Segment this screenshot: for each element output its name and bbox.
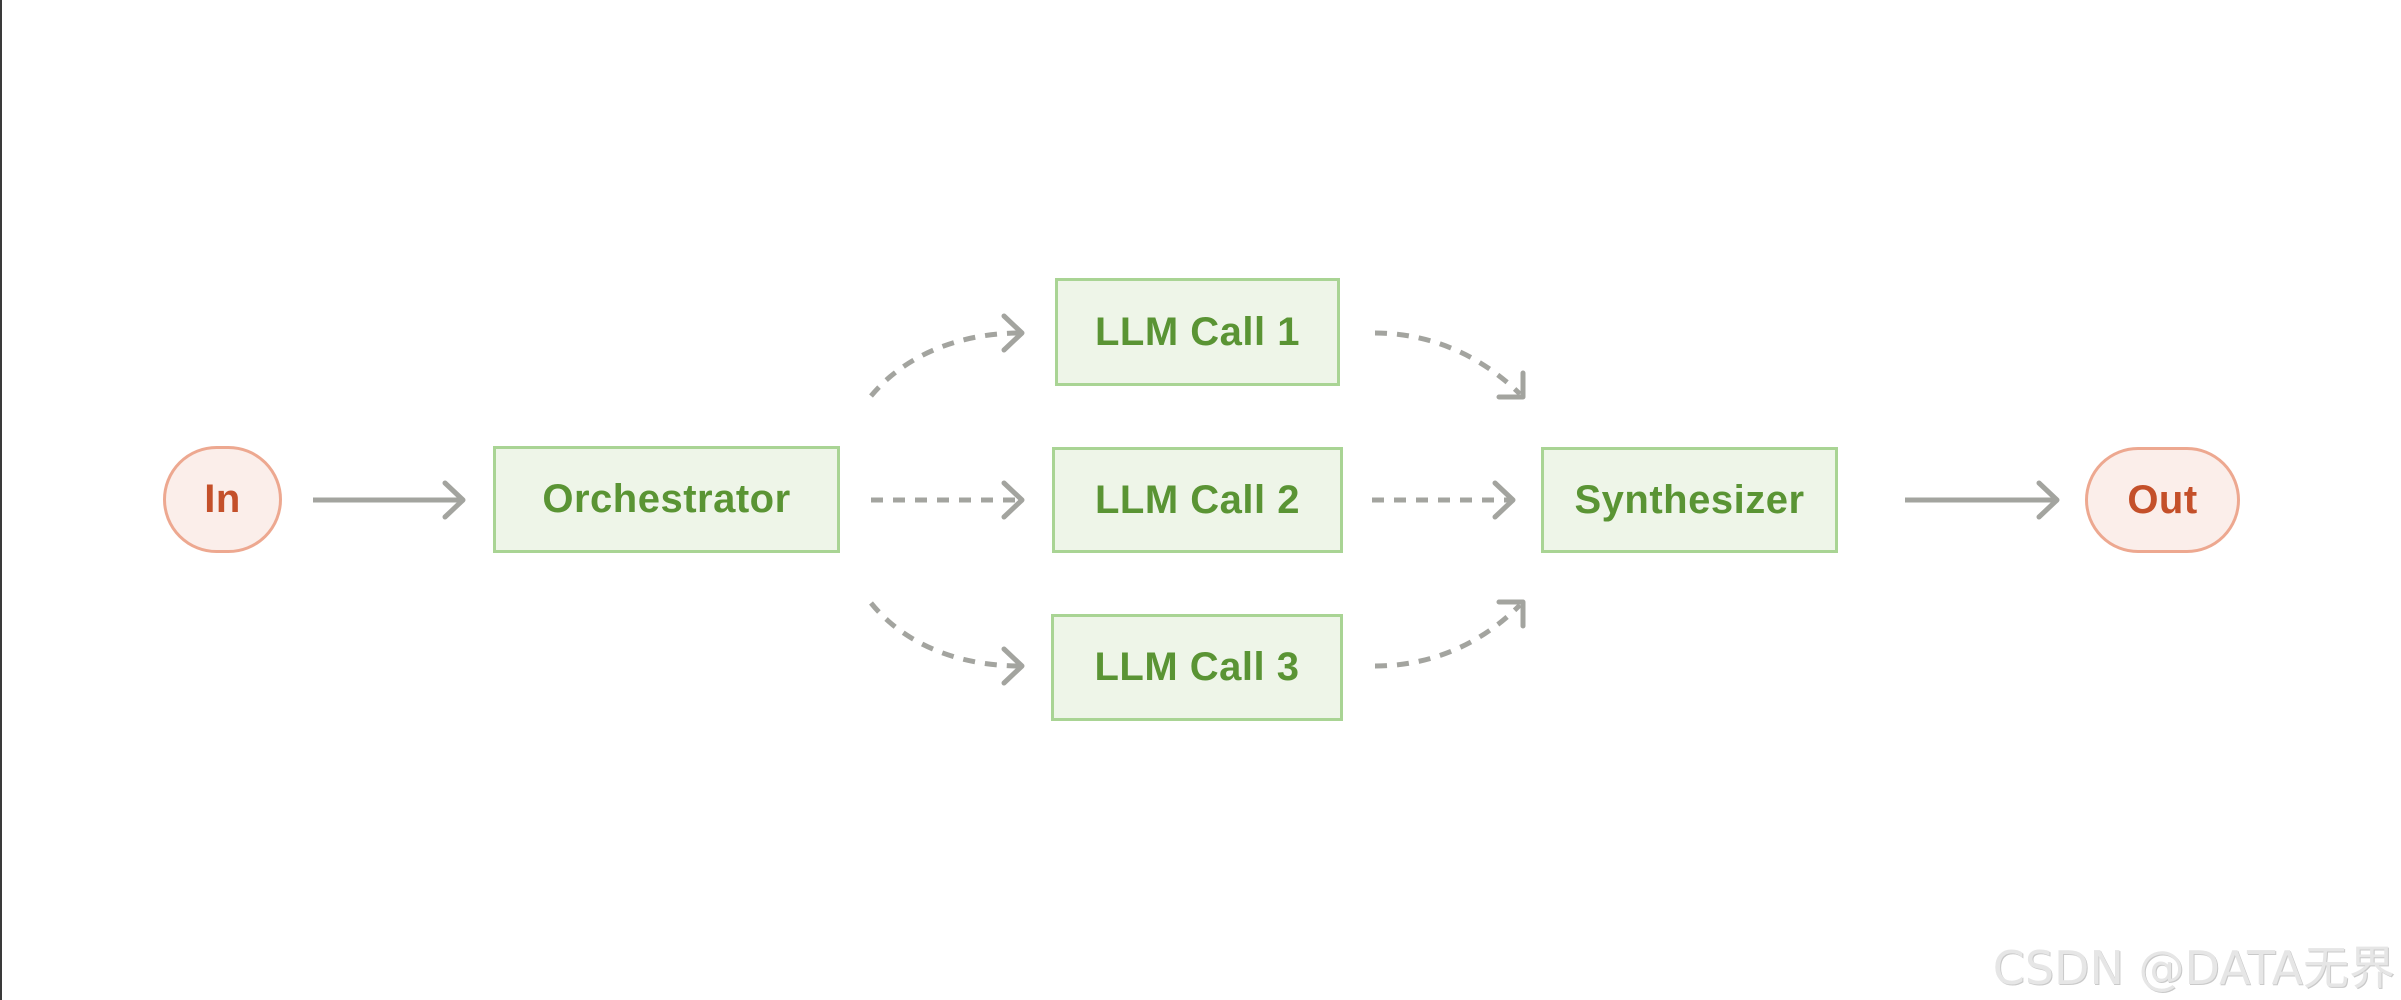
- left-border: [0, 0, 2, 1000]
- edge-orchestrator-to-llm-call-3: [869, 601, 1025, 686]
- orchestrator-node-label: Orchestrator: [542, 477, 791, 521]
- edge-llm-call-3-to-synthesizer: [1374, 599, 1526, 669]
- orchestrator-node: Orchestrator: [493, 446, 840, 553]
- edge-llm-call-1-to-synthesizer: [1374, 330, 1526, 400]
- edge-orchestrator-to-llm-call-2: [871, 480, 1025, 520]
- arrowhead-icon: [1001, 646, 1025, 686]
- llm-call-2-node: LLM Call 2: [1052, 447, 1343, 553]
- output-node-label: Out: [2127, 477, 2198, 522]
- arrowhead-icon: [1492, 480, 1516, 520]
- synthesizer-node: Synthesizer: [1541, 447, 1838, 553]
- watermark: CSDN @DATA无界: [1992, 941, 2395, 995]
- input-node-label: In: [204, 477, 241, 521]
- synthesizer-node-label: Synthesizer: [1574, 477, 1805, 522]
- llm-call-2-node-label: LLM Call 2: [1094, 477, 1301, 522]
- input-node: In: [163, 446, 282, 553]
- edge-input-to-orchestrator: [313, 480, 466, 520]
- llm-call-1-node-label: LLM Call 1: [1094, 309, 1301, 354]
- arrowhead-icon: [1001, 313, 1025, 353]
- arrowhead-icon: [1496, 599, 1526, 629]
- arrowhead-icon: [442, 480, 466, 520]
- edge-llm-call-2-to-synthesizer: [1372, 480, 1516, 520]
- edge-orchestrator-to-llm-call-1: [869, 313, 1025, 398]
- arrowhead-icon: [1001, 480, 1025, 520]
- llm-call-3-node-label: LLM Call 3: [1094, 645, 1300, 689]
- llm-call-3-node: LLM Call 3: [1051, 614, 1343, 721]
- edge-synthesizer-to-output: [1905, 480, 2060, 520]
- output-node: Out: [2085, 447, 2240, 553]
- llm-call-1-node: LLM Call 1: [1055, 278, 1340, 386]
- arrowhead-icon: [2036, 480, 2060, 520]
- arrowhead-icon: [1496, 370, 1526, 400]
